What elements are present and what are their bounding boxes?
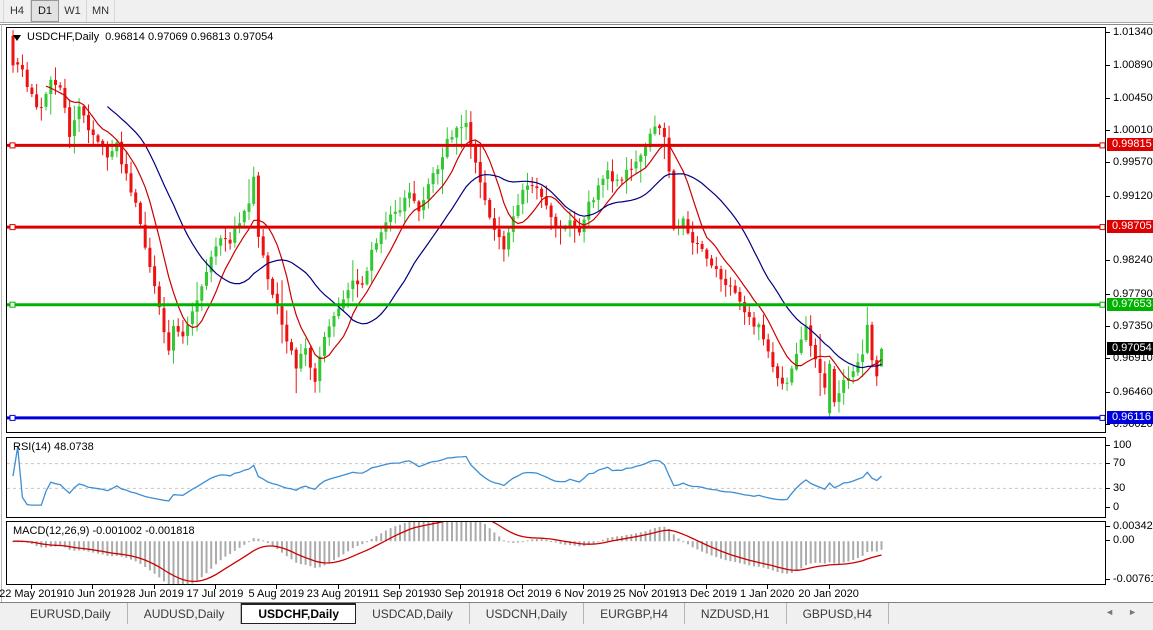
time-axis-date-label: 6 Nov 2019	[555, 588, 611, 600]
time-axis-date-label: 13 Dec 2019	[675, 588, 737, 600]
hline-price-label: 0.99815	[1107, 138, 1153, 151]
tab-scroll-left-icon[interactable]: ◄	[1105, 607, 1114, 617]
time-axis-date-label: 23 Aug 2019	[307, 588, 369, 600]
time-axis-date-label: 28 Jun 2019	[123, 588, 184, 600]
symbol-tab-usdcad[interactable]: USDCAD,Daily	[356, 603, 470, 624]
price-axis-tick-label: 1.00450	[1113, 92, 1153, 104]
price-axis-tick-label: 1.00890	[1113, 59, 1153, 71]
symbol-tab-eurgbp[interactable]: EURGBP,H4	[584, 603, 685, 624]
rsi-axis-tick-label: 100	[1113, 439, 1131, 451]
chart-ohlc-readout: 0.96814 0.97069 0.96813 0.97054	[105, 31, 273, 43]
macd-indicator-label: MACD(12,26,9) -0.001002 -0.001818	[13, 525, 195, 537]
hline-price-label: 0.98705	[1107, 220, 1153, 233]
symbol-tab-audusd[interactable]: AUDUSD,Daily	[128, 603, 242, 624]
rsi-axis-tick-label: 30	[1113, 482, 1125, 494]
current-price-label: 0.97054	[1107, 342, 1153, 355]
price-axis-tick-label: 0.98240	[1113, 254, 1153, 266]
hline-price-label: 0.96116	[1107, 411, 1153, 424]
window-top-edge	[0, 24, 1153, 25]
price-axis-tick	[1106, 130, 1110, 131]
price-axis-tick-label: 0.96460	[1113, 386, 1153, 398]
chart-menu-arrow-icon[interactable]	[13, 35, 21, 41]
price-axis: 1.01340 1.00890 1.00450 1.00010 0.99570 0.991…	[1107, 25, 1153, 602]
symbol-tab-usdcnh[interactable]: USDCNH,Daily	[470, 603, 584, 624]
price-axis-tick	[1106, 65, 1110, 66]
price-axis-tick	[1106, 424, 1110, 425]
price-axis-tick-label: 0.97350	[1113, 320, 1153, 332]
rsi-indicator-label: RSI(14) 48.0738	[13, 441, 94, 453]
time-axis-date-label: 20 Jan 2020	[798, 588, 859, 600]
price-axis-tick-label: 0.99570	[1113, 156, 1153, 168]
rsi-axis-tick-label: 70	[1113, 457, 1125, 469]
symbol-tab-usdchf[interactable]: USDCHF,Daily	[241, 603, 356, 624]
price-axis-tick	[1106, 196, 1110, 197]
price-axis-tick	[1106, 358, 1110, 359]
price-axis-tick-label: 1.01340	[1113, 26, 1153, 38]
main-price-panel[interactable]: USDCHF,Daily 0.96814 0.97069 0.96813 0.9…	[6, 27, 1106, 433]
price-axis-tick	[1106, 294, 1110, 295]
chart-title: USDCHF,Daily 0.96814 0.97069 0.96813 0.9…	[13, 31, 273, 43]
price-axis-tick-label: 1.00010	[1113, 124, 1153, 136]
price-axis-tick	[1106, 260, 1110, 261]
window-left-edge	[1, 24, 2, 602]
rsi-chart-canvas[interactable]	[7, 438, 1105, 517]
rsi-panel[interactable]: RSI(14) 48.0738	[6, 437, 1106, 518]
time-axis-date-label: 30 Sep 2019	[429, 588, 491, 600]
time-axis-date-label: 22 May 2019	[0, 588, 63, 600]
time-axis-date-label: 25 Nov 2019	[613, 588, 675, 600]
time-axis-date-label: 1 Jan 2020	[740, 588, 794, 600]
symbol-tab-nzdusd[interactable]: NZDUSD,H1	[685, 603, 787, 624]
symbol-tab-gbpusd[interactable]: GBPUSD,H4	[787, 603, 889, 624]
symbol-tab-eurusd[interactable]: EURUSD,Daily	[14, 603, 128, 624]
price-axis-tick	[1106, 392, 1110, 393]
candlestick-chart-canvas[interactable]	[7, 28, 1105, 432]
symbol-tabbar: EURUSD,DailyAUDUSD,DailyUSDCHF,DailyUSDC…	[0, 602, 1153, 630]
price-axis-tick	[1106, 32, 1110, 33]
time-axis-date-label: 18 Oct 2019	[492, 588, 552, 600]
tab-scroll-right-icon[interactable]: ►	[1128, 607, 1137, 617]
hline-price-label: 0.97653	[1107, 298, 1153, 311]
price-axis-tick-label: 0.99120	[1113, 190, 1153, 202]
time-axis: 22 May 201910 Jun 201928 Jun 201917 Jul …	[6, 586, 1106, 601]
rsi-axis-tick-label: 0	[1113, 501, 1119, 513]
timeframe-toolbar: H4D1W1MN	[0, 0, 1153, 23]
timeframe-button-h4[interactable]: H4	[3, 0, 31, 22]
time-axis-date-label: 17 Jul 2019	[187, 588, 244, 600]
time-axis-date-label: 10 Jun 2019	[62, 588, 123, 600]
price-axis-tick	[1106, 326, 1110, 327]
macd-axis-tick-label: 0.003428	[1113, 520, 1153, 532]
chart-symbol-label: USDCHF,Daily	[27, 31, 99, 43]
timeframe-button-d1[interactable]: D1	[31, 0, 59, 22]
price-axis-tick	[1106, 162, 1110, 163]
timeframe-button-w1[interactable]: W1	[59, 0, 87, 22]
timeframe-button-mn[interactable]: MN	[87, 0, 115, 22]
time-axis-date-label: 5 Aug 2019	[248, 588, 304, 600]
macd-axis-tick-label: 0.00	[1113, 534, 1134, 546]
time-axis-date-label: 11 Sep 2019	[368, 588, 430, 600]
price-axis-tick	[1106, 98, 1110, 99]
macd-panel[interactable]: MACD(12,26,9) -0.001002 -0.001818	[6, 521, 1106, 585]
macd-axis-tick-label: -0.007615	[1113, 573, 1153, 585]
